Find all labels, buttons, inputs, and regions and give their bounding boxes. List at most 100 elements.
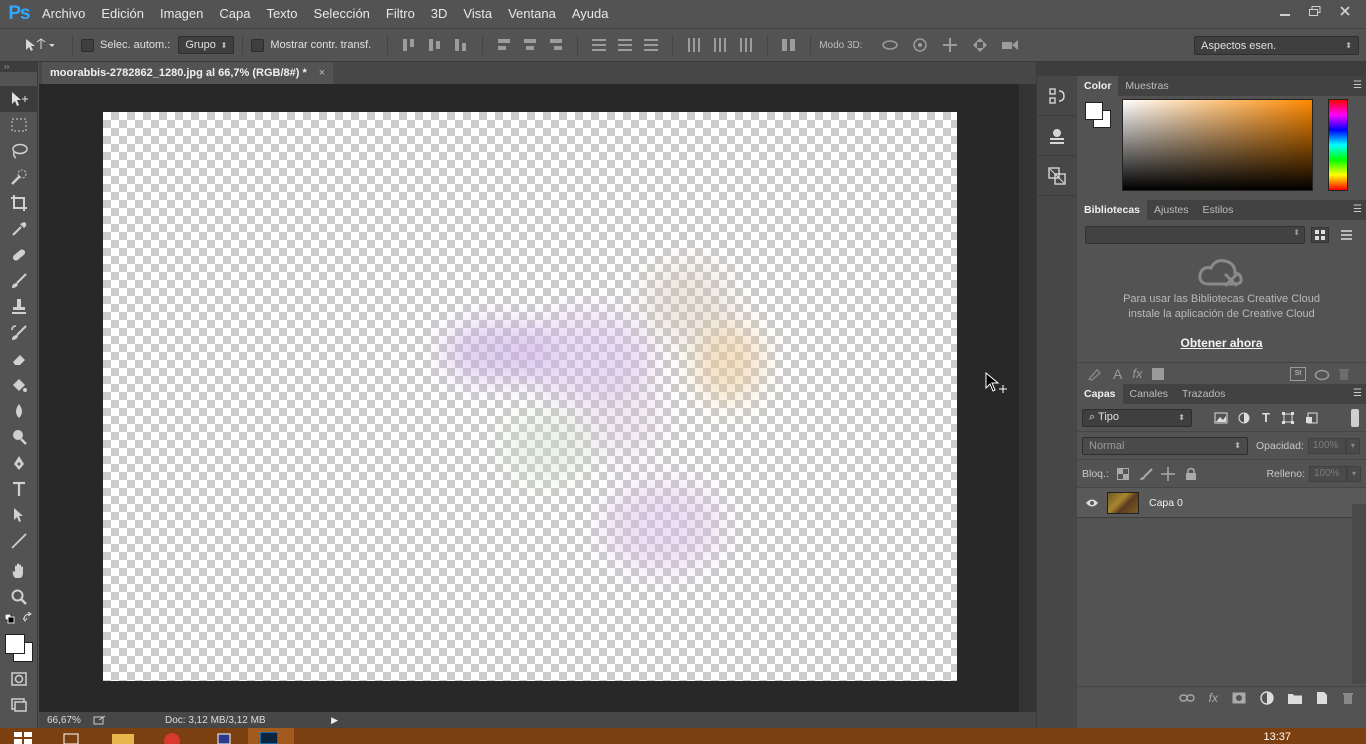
add-graphic-icon[interactable] — [1087, 367, 1103, 381]
distribute-vcenter-icon[interactable] — [616, 36, 634, 54]
close-window-button[interactable] — [1330, 0, 1360, 22]
canvas-scrollbar[interactable] — [1019, 84, 1036, 712]
auto-select-checkbox[interactable] — [81, 38, 94, 52]
hue-slider[interactable] — [1328, 99, 1348, 191]
auto-select-dropdown[interactable]: Grupo ⬍ — [178, 36, 235, 54]
type-tool[interactable] — [0, 476, 38, 502]
tab-trazados[interactable]: Trazados — [1175, 384, 1232, 404]
history-panel-button[interactable] — [1037, 76, 1077, 116]
orbit-3d-icon[interactable] — [881, 36, 899, 54]
crop-tool[interactable] — [0, 190, 38, 216]
distribute-left-icon[interactable] — [685, 36, 703, 54]
clone-stamp-tool[interactable] — [0, 294, 38, 320]
menu-ventana[interactable]: Ventana — [500, 0, 564, 28]
quick-selection-tool[interactable] — [0, 164, 38, 190]
menu-archivo[interactable]: Archivo — [34, 0, 93, 28]
tab-color[interactable]: Color — [1077, 76, 1119, 96]
zoom-tool[interactable] — [0, 584, 38, 610]
menu-ayuda[interactable]: Ayuda — [564, 0, 617, 28]
path-selection-tool[interactable] — [0, 502, 38, 528]
panel-menu-icon[interactable]: ☰ — [1353, 388, 1362, 399]
document-image[interactable] — [103, 112, 957, 681]
menu-vista[interactable]: Vista — [455, 0, 500, 28]
paint-bucket-tool[interactable] — [0, 372, 38, 398]
status-menu-arrow-icon[interactable]: ▶ — [331, 715, 338, 726]
blur-tool[interactable] — [0, 398, 38, 424]
layer-name[interactable]: Capa 0 — [1149, 497, 1183, 509]
filter-pixel-icon[interactable] — [1214, 412, 1228, 424]
fill-arrow-icon[interactable]: ▾ — [1347, 465, 1361, 482]
document-tab[interactable]: moorabbis-2782862_1280.jpg al 66,7% (RGB… — [42, 62, 334, 84]
filter-smart-object-icon[interactable] — [1305, 412, 1318, 424]
distribute-hcenter-icon[interactable] — [711, 36, 729, 54]
tab-ajustes[interactable]: Ajustes — [1147, 200, 1195, 220]
color-spectrum-picker[interactable] — [1122, 99, 1313, 191]
filter-shape-icon[interactable] — [1281, 411, 1294, 424]
adjustments-dock-button[interactable] — [1037, 156, 1077, 196]
minimize-button[interactable] — [1270, 0, 1300, 22]
menu-3d[interactable]: 3D — [423, 0, 456, 28]
library-dropdown[interactable]: ⬍ — [1085, 226, 1305, 244]
stock-icon[interactable]: St — [1290, 366, 1306, 381]
lock-position-icon[interactable] — [1160, 466, 1175, 481]
link-layers-icon[interactable] — [1178, 693, 1195, 703]
trash-icon[interactable] — [1338, 367, 1350, 381]
scale-3d-icon[interactable] — [1001, 36, 1019, 54]
lock-all-icon[interactable] — [1185, 467, 1197, 480]
dock-collapse-icon[interactable] — [1037, 62, 1077, 76]
properties-panel-button[interactable] — [1037, 116, 1077, 156]
blend-mode-dropdown[interactable]: Normal ⬍ — [1082, 436, 1248, 455]
tools-collapse-icon[interactable]: ›› — [0, 62, 37, 72]
lasso-tool[interactable] — [0, 138, 38, 164]
opacity-arrow-icon[interactable]: ▾ — [1345, 437, 1360, 454]
add-text-icon[interactable]: A — [1113, 366, 1122, 382]
show-transform-checkbox[interactable] — [251, 38, 265, 52]
fill-field[interactable]: 100% — [1309, 465, 1347, 482]
tab-bibliotecas[interactable]: Bibliotecas — [1077, 200, 1148, 220]
layers-scrollbar[interactable] — [1352, 504, 1366, 684]
align-hcenter-icon[interactable] — [521, 36, 539, 54]
align-left-icon[interactable] — [495, 36, 513, 54]
brush-tool[interactable] — [0, 268, 38, 294]
add-mask-icon[interactable] — [1232, 692, 1246, 704]
move-tool[interactable] — [0, 86, 38, 112]
filter-toggle-switch[interactable] — [1351, 408, 1359, 427]
roll-3d-icon[interactable] — [911, 36, 929, 54]
add-color-icon[interactable] — [1152, 367, 1165, 380]
new-adjustment-layer-icon[interactable] — [1260, 690, 1274, 705]
restore-button[interactable] — [1300, 0, 1330, 22]
menu-seleccion[interactable]: Selección — [306, 0, 378, 28]
panel-menu-icon[interactable]: ☰ — [1353, 80, 1362, 91]
screen-mode-tool[interactable] — [0, 692, 38, 718]
filter-adjustment-icon[interactable] — [1238, 412, 1250, 424]
browser-icon[interactable] — [163, 732, 181, 744]
swap-colors-icon[interactable] — [23, 612, 33, 622]
dodge-tool[interactable] — [0, 424, 38, 450]
hand-tool[interactable] — [0, 558, 38, 584]
workspace-dropdown[interactable]: Aspectos esen. ⬍ — [1194, 36, 1359, 55]
slide-3d-icon[interactable] — [971, 36, 989, 54]
panels-collapse-strip[interactable] — [1077, 62, 1366, 76]
panel-menu-icon[interactable]: ☰ — [1353, 204, 1362, 215]
healing-brush-tool[interactable] — [0, 242, 38, 268]
layer-visibility-toggle[interactable] — [1077, 498, 1107, 508]
tool-preset-picker[interactable] — [14, 33, 64, 57]
pen-tool[interactable] — [0, 450, 38, 476]
foreground-color-swatch[interactable] — [1085, 102, 1103, 120]
align-top-icon[interactable] — [400, 36, 418, 54]
app-icon[interactable] — [216, 732, 232, 744]
auto-align-icon[interactable] — [780, 36, 798, 54]
share-icon[interactable] — [93, 715, 107, 725]
canvas-area[interactable] — [39, 84, 1019, 712]
new-group-icon[interactable] — [1288, 692, 1302, 704]
zoom-level[interactable]: 66,67% — [39, 715, 87, 726]
add-fx-icon[interactable]: fx — [1132, 366, 1142, 381]
filter-type-icon[interactable]: T — [1262, 410, 1270, 425]
delete-layer-icon[interactable] — [1342, 691, 1354, 705]
lock-pixels-icon[interactable] — [1139, 467, 1153, 480]
menu-filtro[interactable]: Filtro — [378, 0, 423, 28]
layer-style-icon[interactable]: fx — [1209, 691, 1218, 705]
history-brush-tool[interactable] — [0, 320, 38, 346]
menu-edicion[interactable]: Edición — [93, 0, 152, 28]
distribute-bottom-icon[interactable] — [642, 36, 660, 54]
